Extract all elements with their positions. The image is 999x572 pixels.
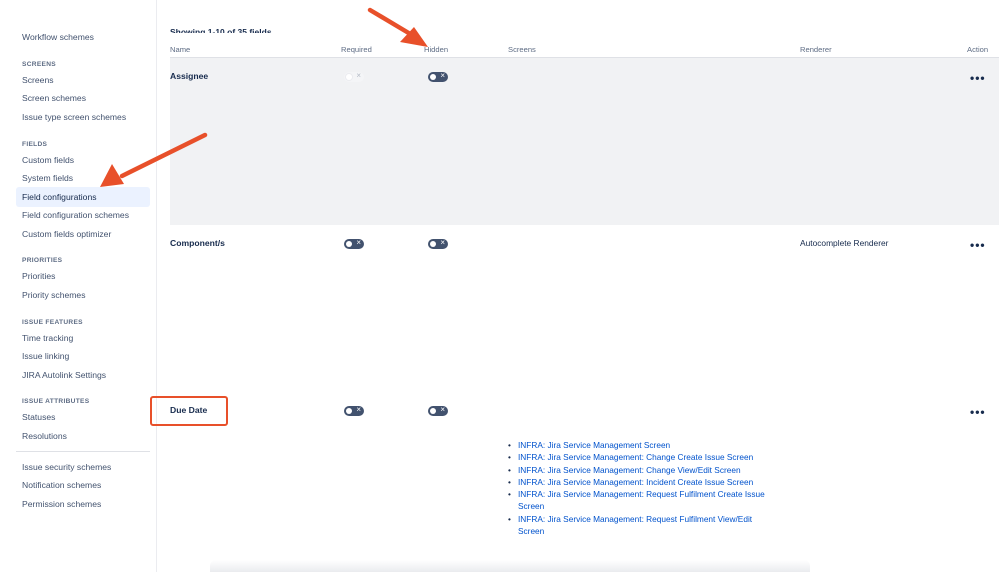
sidebar-item-screens[interactable]: Screens (16, 70, 150, 90)
toggle-off-icon: × (356, 238, 361, 247)
toggle-off-icon: × (440, 405, 445, 414)
toggle-off-icon: × (440, 238, 445, 247)
annotation-highlight-box (150, 396, 228, 426)
toggle-knob (430, 241, 436, 247)
screen-link[interactable]: INFRA: Jira Service Management: Change C… (508, 451, 778, 464)
toggle-off-icon: × (356, 405, 361, 414)
toggle-off-icon: × (356, 71, 361, 80)
screen-link[interactable]: INFRA: Jira Service Management: Request … (508, 488, 778, 513)
sidebar-item-permission-schemes[interactable]: Permission schemes (16, 494, 150, 514)
table-row-assignee (170, 58, 999, 225)
sidebar-heading-issue-features: ISSUE FEATURES (22, 319, 83, 326)
sidebar-item-issue-type-screen-schemes[interactable]: Issue type screen schemes (16, 107, 150, 127)
required-toggle-components[interactable]: × (344, 238, 364, 249)
field-name-assignee: Assignee (170, 71, 209, 81)
hidden-toggle-due-date[interactable]: × (428, 405, 448, 416)
screens-list-due-date: INFRA: Jira Service Management Screen IN… (508, 439, 778, 537)
toggle-knob (346, 408, 352, 414)
admin-sidebar: Workflow schemes SCREENS Screens Screen … (0, 0, 157, 572)
sidebar-heading-screens: SCREENS (22, 61, 56, 68)
screen-link[interactable]: INFRA: Jira Service Management: Change V… (508, 464, 778, 477)
renderer-components[interactable]: Autocomplete Renderer (800, 238, 888, 248)
sidebar-item-issue-linking[interactable]: Issue linking (16, 346, 150, 366)
sidebar-item-time-tracking[interactable]: Time tracking (16, 328, 150, 348)
sidebar-item-custom-fields[interactable]: Custom fields (16, 150, 150, 170)
sidebar-item-statuses[interactable]: Statuses (16, 407, 150, 427)
field-name-components: Component/s (170, 238, 225, 248)
sidebar-item-priorities[interactable]: Priorities (16, 266, 150, 286)
sidebar-item-field-configurations[interactable]: Field configurations (16, 187, 150, 207)
more-actions-icon-due-date[interactable]: ••• (970, 406, 986, 418)
scroll-fade (210, 560, 810, 572)
sidebar-heading-issue-attributes: ISSUE ATTRIBUTES (22, 398, 90, 405)
hidden-toggle-assignee[interactable]: × (428, 71, 448, 82)
screen-link[interactable]: INFRA: Jira Service Management: Request … (508, 513, 778, 538)
column-header-hidden: Hidden (424, 45, 449, 54)
column-header-screens: Screens (508, 45, 536, 54)
sidebar-divider (16, 451, 150, 452)
sidebar-item-jira-autolink-settings[interactable]: JIRA Autolink Settings (16, 365, 150, 385)
sidebar-item-workflow-schemes[interactable]: Workflow schemes (16, 27, 150, 47)
toggle-knob (346, 74, 352, 80)
column-header-renderer: Renderer (800, 45, 832, 54)
sidebar-item-priority-schemes[interactable]: Priority schemes (16, 285, 150, 305)
screen-link[interactable]: INFRA: Jira Service Management: Incident… (508, 476, 778, 489)
toggle-knob (430, 408, 436, 414)
hidden-toggle-components[interactable]: × (428, 238, 448, 249)
required-toggle-due-date[interactable]: × (344, 405, 364, 416)
pagination-summary: Showing 1-10 of 35 fields (170, 27, 272, 33)
column-header-actions: Action (967, 45, 989, 54)
more-actions-icon-components[interactable]: ••• (970, 239, 986, 251)
sidebar-item-field-configuration-schemes[interactable]: Field configuration schemes (16, 205, 150, 225)
toggle-off-icon: × (440, 71, 445, 80)
sidebar-item-issue-security-schemes[interactable]: Issue security schemes (16, 457, 150, 477)
toggle-knob (430, 74, 436, 80)
sidebar-item-custom-fields-optimizer[interactable]: Custom fields optimizer (16, 224, 150, 244)
sidebar-item-system-fields[interactable]: System fields (16, 168, 150, 188)
column-header-required: Required (341, 45, 372, 54)
column-header-name: Name (170, 45, 191, 54)
more-actions-icon-assignee[interactable]: ••• (970, 72, 986, 84)
sidebar-heading-fields: FIELDS (22, 141, 48, 148)
sidebar-heading-priorities: PRIORITIES (22, 257, 63, 264)
screen-link[interactable]: INFRA: Jira Service Management Screen (508, 439, 778, 452)
sidebar-item-resolutions[interactable]: Resolutions (16, 426, 150, 446)
toggle-knob (346, 241, 352, 247)
sidebar-item-notification-schemes[interactable]: Notification schemes (16, 475, 150, 495)
field-configuration-table: Showing 1-10 of 35 fields Name Required … (157, 0, 999, 572)
sidebar-item-screen-schemes[interactable]: Screen schemes (16, 88, 150, 108)
required-toggle-assignee: × (344, 71, 364, 82)
